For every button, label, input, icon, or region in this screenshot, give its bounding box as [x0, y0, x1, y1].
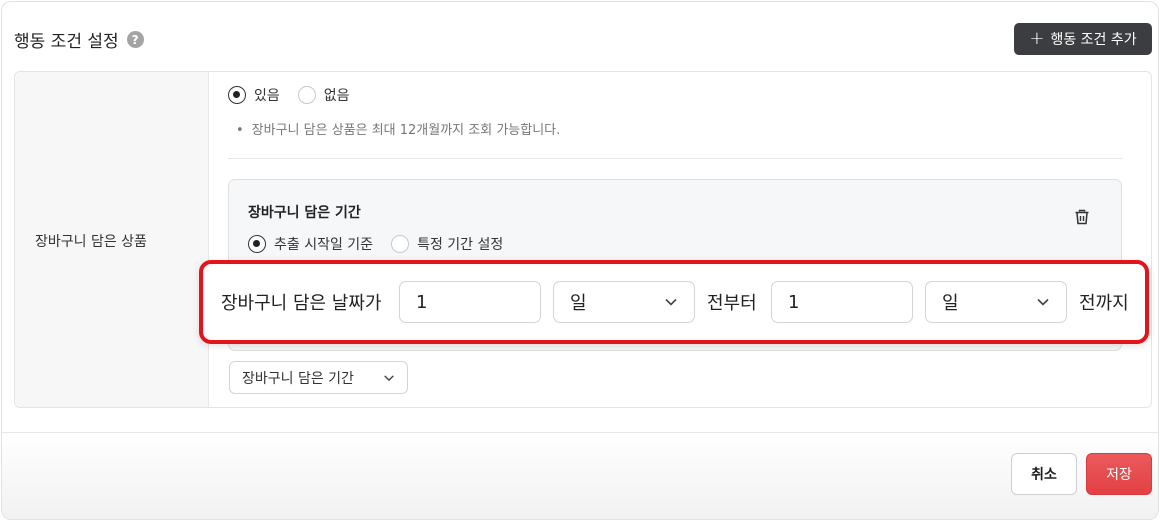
behavior-condition-panel: 행동 조건 설정 ? + 행동 조건 추가 장바구니 담은 상품 있음 없음 •… [1, 1, 1159, 520]
radio-no[interactable] [297, 86, 316, 104]
radio-yes[interactable] [228, 86, 246, 104]
radio-option-specific-period[interactable]: 특정 기간 설정 [391, 234, 503, 254]
info-note: • 장바구니 담은 상품은 최대 12개월까지 조회 가능합니다. [236, 119, 560, 138]
help-icon[interactable]: ? [126, 31, 144, 48]
radio-option-no[interactable]: 없음 [297, 85, 350, 105]
radio-extract-start[interactable] [248, 235, 266, 253]
radio-yes-label: 있음 [254, 88, 280, 104]
plus-icon: + [1029, 28, 1045, 49]
chevron-down-icon [665, 298, 677, 306]
note-text: 장바구니 담은 상품은 최대 12개월까지 조회 가능합니다. [251, 123, 561, 138]
note-bullet: • [236, 123, 244, 138]
presence-radio-group: 있음 없음 [228, 85, 368, 105]
to-value-input[interactable]: 1 [771, 281, 913, 323]
to-unit-select[interactable]: 일 [925, 281, 1067, 323]
period-card-title: 장바구니 담은 기간 [248, 205, 361, 221]
radio-option-yes[interactable]: 있음 [228, 85, 280, 105]
range-prefix-label: 장바구니 담은 날짜가 [221, 293, 382, 314]
trash-icon[interactable] [1073, 208, 1091, 226]
row-label-cell: 장바구니 담은 상품 [15, 72, 209, 407]
range-suffix-label: 전까지 [1079, 293, 1129, 314]
from-unit-select[interactable]: 일 [553, 281, 695, 323]
radio-no-label: 없음 [323, 88, 350, 104]
to-unit-text: 일 [942, 293, 959, 314]
condition-type-select[interactable]: 장바구니 담은 기간 [229, 361, 408, 394]
panel-title: 행동 조건 설정 ? [14, 27, 144, 52]
from-value-input[interactable]: 1 [399, 281, 541, 323]
chevron-down-icon [384, 374, 394, 381]
radio-specific-period[interactable] [391, 235, 410, 253]
to-value-text: 1 [788, 291, 800, 313]
condition-type-text: 장바구니 담은 기간 [242, 370, 354, 387]
cancel-button[interactable]: 취소 [1011, 453, 1077, 495]
from-unit-text: 일 [570, 293, 587, 314]
panel-title-text: 행동 조건 설정 [14, 32, 119, 52]
save-button[interactable]: 저장 [1086, 453, 1152, 495]
from-value-text: 1 [416, 291, 428, 313]
radio-extract-start-label: 추출 시작일 기준 [274, 237, 374, 253]
section-divider [228, 158, 1122, 159]
row-label: 장바구니 담은 상품 [35, 234, 147, 250]
radio-option-extract-start[interactable]: 추출 시작일 기준 [248, 234, 373, 254]
period-radio-group: 추출 시작일 기준 특정 기간 설정 [248, 234, 521, 254]
range-middle-label: 전부터 [707, 293, 757, 314]
radio-specific-period-label: 특정 기간 설정 [417, 237, 504, 253]
add-condition-button[interactable]: + 행동 조건 추가 [1014, 23, 1152, 55]
chevron-down-icon [1037, 298, 1049, 306]
footer-area [2, 433, 1158, 519]
add-condition-label: 행동 조건 추가 [1050, 32, 1137, 48]
